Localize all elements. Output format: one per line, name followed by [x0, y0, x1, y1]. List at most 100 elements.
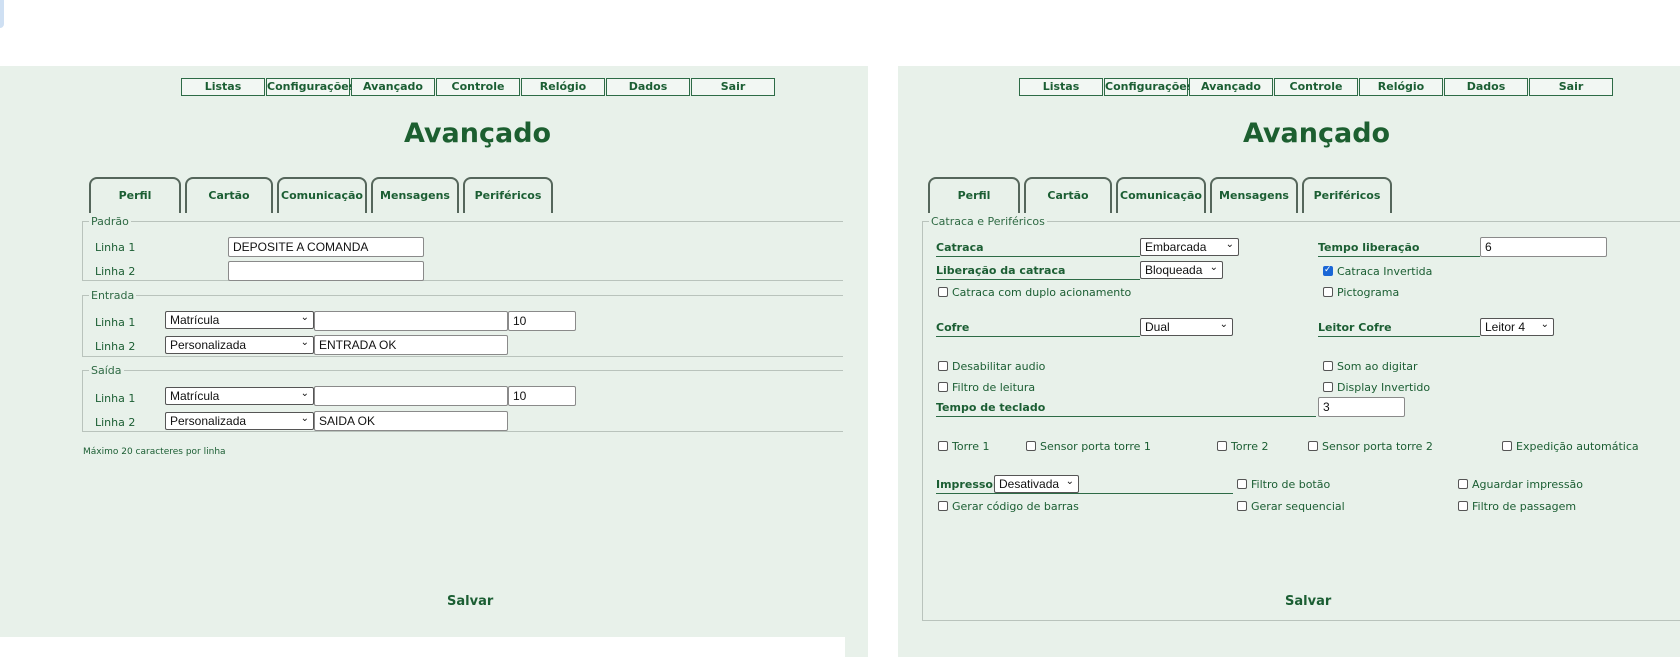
save-button[interactable]: Salvar — [1285, 594, 1331, 609]
tempo-teclado-label: Tempo de teclado — [936, 401, 1316, 417]
som-digitar-label: Som ao digitar — [1337, 360, 1418, 373]
saida-linha1-select-value: Matrícula — [170, 389, 220, 403]
cofre-select[interactable]: Dual ⌄ — [1140, 318, 1233, 336]
desabilitar-audio-checkbox[interactable]: Desabilitar audio — [938, 360, 1045, 373]
entrada-linha1-num[interactable]: 10 — [508, 311, 576, 331]
entrada-linha1-select[interactable]: Matrícula ⌄ — [165, 311, 314, 329]
catraca-select[interactable]: Embarcada ⌄ — [1140, 238, 1239, 256]
checkbox-icon — [938, 501, 948, 511]
leitor-cofre-select[interactable]: Leitor 4 ⌄ — [1480, 318, 1554, 336]
entrada-linha1-text[interactable] — [314, 311, 508, 331]
sensor-torre2-checkbox[interactable]: Sensor porta torre 2 — [1308, 440, 1433, 453]
checkbox-icon — [938, 361, 948, 371]
liberacao-select[interactable]: Bloqueada ⌄ — [1140, 261, 1223, 279]
tab-comunicacao[interactable]: Comunicação — [277, 177, 367, 213]
torre2-label: Torre 2 — [1231, 440, 1269, 453]
menu-controle[interactable]: Controle — [436, 78, 520, 96]
saida-linha1-label: Linha 1 — [95, 392, 136, 405]
window-corner — [0, 0, 4, 28]
aguardar-impressao-checkbox[interactable]: Aguardar impressão — [1458, 478, 1583, 491]
display-invertido-label: Display Invertido — [1337, 381, 1431, 394]
menu-sair[interactable]: Sair — [1529, 78, 1613, 96]
display-invertido-checkbox[interactable]: Display Invertido — [1323, 381, 1430, 394]
tab-perifericos[interactable]: Periféricos — [463, 177, 553, 213]
filtro-leitura-checkbox[interactable]: Filtro de leitura — [938, 381, 1035, 394]
chevron-down-icon: ⌄ — [1225, 239, 1234, 250]
menu-configuracoes[interactable]: Configurações — [1104, 78, 1193, 96]
checkbox-icon — [1237, 479, 1247, 489]
tab-cartao[interactable]: Cartão — [185, 177, 273, 213]
torre2-checkbox[interactable]: Torre 2 — [1217, 440, 1268, 453]
padrao-linha1-input[interactable]: DEPOSITE A COMANDA — [228, 237, 424, 257]
tab-perifericos[interactable]: Periféricos — [1302, 177, 1392, 213]
sensor-torre1-label: Sensor porta torre 1 — [1040, 440, 1151, 453]
menu-avancado[interactable]: Avançado — [1189, 78, 1273, 96]
menu-controle[interactable]: Controle — [1274, 78, 1358, 96]
tab-perfil[interactable]: Perfil — [89, 177, 181, 213]
menu-configuracoes[interactable]: Configurações — [266, 78, 355, 96]
checkbox-checked-icon — [1323, 265, 1333, 276]
menu-listas[interactable]: Listas — [181, 78, 265, 96]
checkbox-icon — [938, 287, 948, 297]
entrada-linha2-label: Linha 2 — [95, 340, 136, 353]
chevron-down-icon: ⌄ — [300, 388, 309, 399]
entrada-legend: Entrada — [91, 289, 135, 302]
padrao-linha1-label: Linha 1 — [95, 241, 136, 254]
saida-linha1-select[interactable]: Matrícula ⌄ — [165, 387, 314, 405]
chevron-down-icon: ⌄ — [1219, 319, 1228, 330]
tab-mensagens[interactable]: Mensagens — [371, 177, 459, 213]
saida-linha1-num[interactable]: 10 — [508, 386, 576, 406]
expedicao-label: Expedição automática — [1516, 440, 1639, 453]
save-button[interactable]: Salvar — [447, 594, 493, 609]
menu-dados[interactable]: Dados — [1444, 78, 1528, 96]
pictograma-checkbox[interactable]: Pictograma — [1323, 286, 1399, 299]
entrada-linha2-select[interactable]: Personalizada ⌄ — [165, 336, 314, 354]
filtro-passagem-checkbox[interactable]: Filtro de passagem — [1458, 500, 1576, 513]
catraca-invertida-checkbox[interactable]: Catraca Invertida — [1323, 265, 1432, 278]
checkbox-icon — [938, 441, 948, 451]
menu-sair[interactable]: Sair — [691, 78, 775, 96]
torre1-label: Torre 1 — [952, 440, 990, 453]
tab-perfil[interactable]: Perfil — [928, 177, 1020, 213]
catraca-select-value: Embarcada — [1145, 240, 1207, 254]
menu-dados[interactable]: Dados — [606, 78, 690, 96]
checkbox-icon — [1458, 479, 1468, 489]
impressora-select[interactable]: Desativada ⌄ — [994, 475, 1079, 493]
menu-relogio[interactable]: Relógio — [1359, 78, 1443, 96]
pictograma-label: Pictograma — [1337, 286, 1400, 299]
page-title: Avançado — [404, 118, 552, 149]
padrao-legend: Padrão — [91, 215, 129, 228]
codigo-barras-label: Gerar código de barras — [952, 500, 1079, 513]
saida-linha2-select[interactable]: Personalizada ⌄ — [165, 412, 314, 430]
menu-relogio[interactable]: Relógio — [521, 78, 605, 96]
expedicao-checkbox[interactable]: Expedição automática — [1502, 440, 1639, 453]
padrao-linha2-input[interactable] — [228, 261, 424, 281]
sensor-torre1-checkbox[interactable]: Sensor porta torre 1 — [1026, 440, 1151, 453]
cofre-select-value: Dual — [1145, 320, 1170, 334]
tab-cartao[interactable]: Cartão — [1024, 177, 1112, 213]
som-digitar-checkbox[interactable]: Som ao digitar — [1323, 360, 1418, 373]
tab-comunicacao[interactable]: Comunicação — [1116, 177, 1206, 213]
filtro-botao-checkbox[interactable]: Filtro de botão — [1237, 478, 1330, 491]
catraca-perifericos-legend: Catraca e Periféricos — [931, 215, 1045, 228]
chevron-down-icon: ⌄ — [1209, 262, 1218, 273]
sequencial-label: Gerar sequencial — [1251, 500, 1345, 513]
desabilitar-audio-label: Desabilitar audio — [952, 360, 1046, 373]
menu-listas[interactable]: Listas — [1019, 78, 1103, 96]
torre1-checkbox[interactable]: Torre 1 — [938, 440, 989, 453]
liberacao-label: Liberação da catraca — [936, 264, 1140, 280]
saida-linha1-text[interactable] — [314, 386, 508, 406]
codigo-barras-checkbox[interactable]: Gerar código de barras — [938, 500, 1079, 513]
saida-linha2-select-value: Personalizada — [170, 414, 247, 428]
tab-mensagens[interactable]: Mensagens — [1210, 177, 1298, 213]
saida-linha2-text[interactable]: SAIDA OK — [314, 411, 508, 431]
chevron-down-icon: ⌄ — [300, 337, 309, 348]
menu-avancado[interactable]: Avançado — [351, 78, 435, 96]
tempo-liberacao-input[interactable]: 6 — [1480, 237, 1607, 257]
duplo-acionamento-checkbox[interactable]: Catraca com duplo acionamento — [938, 286, 1131, 299]
entrada-linha2-text[interactable]: ENTRADA OK — [314, 335, 508, 355]
entrada-linha1-select-value: Matrícula — [170, 313, 220, 327]
tempo-teclado-input[interactable]: 3 — [1318, 397, 1405, 417]
tempo-liberacao-label: Tempo liberação — [1318, 241, 1480, 257]
sequencial-checkbox[interactable]: Gerar sequencial — [1237, 500, 1345, 513]
